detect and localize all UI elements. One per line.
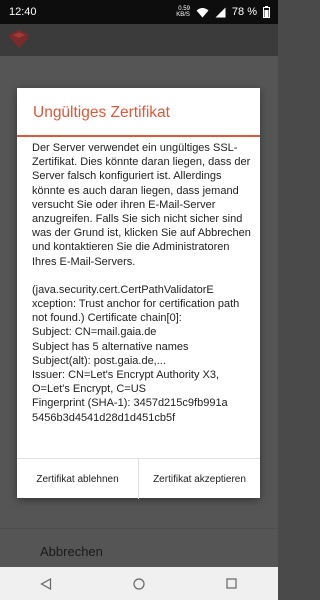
app-logo-icon	[8, 29, 30, 54]
signal-icon	[215, 7, 226, 18]
dialog-title: Ungültiges Zertifikat	[33, 104, 170, 121]
cancel-button[interactable]: Abbrechen	[40, 544, 103, 559]
dialog-message-text: Der Server verwendet ein ungültiges SSL-…	[32, 142, 251, 268]
divider	[0, 528, 278, 529]
network-speed: 0.59 KB/S	[176, 6, 190, 18]
app-bar	[0, 24, 278, 56]
invalid-certificate-dialog: Ungültiges Zertifikat Der Server verwend…	[17, 88, 260, 499]
dialog-title-divider	[17, 135, 260, 137]
accept-certificate-button[interactable]: Zertifikat akzeptieren	[138, 459, 260, 499]
dialog-buttons: Zertifikat ablehnen Zertifikat akzeptier…	[17, 458, 260, 499]
reject-certificate-button[interactable]: Zertifikat ablehnen	[17, 459, 138, 499]
network-speed-unit: KB/S	[176, 12, 190, 18]
recents-icon[interactable]	[212, 567, 252, 600]
battery-icon	[263, 6, 270, 18]
dialog-message: Der Server verwendet ein ungültiges SSL-…	[32, 141, 252, 425]
battery-percent: 78 %	[231, 6, 257, 18]
home-icon[interactable]	[119, 567, 159, 600]
wifi-icon	[196, 7, 209, 18]
status-bar: 12:40 0.59 KB/S 78 %	[0, 0, 278, 24]
certificate-details: (java.security.cert.CertPathValidatorE x…	[32, 283, 240, 424]
navigation-bar	[0, 567, 278, 600]
back-icon[interactable]	[26, 567, 66, 600]
status-time: 12:40	[9, 6, 37, 18]
